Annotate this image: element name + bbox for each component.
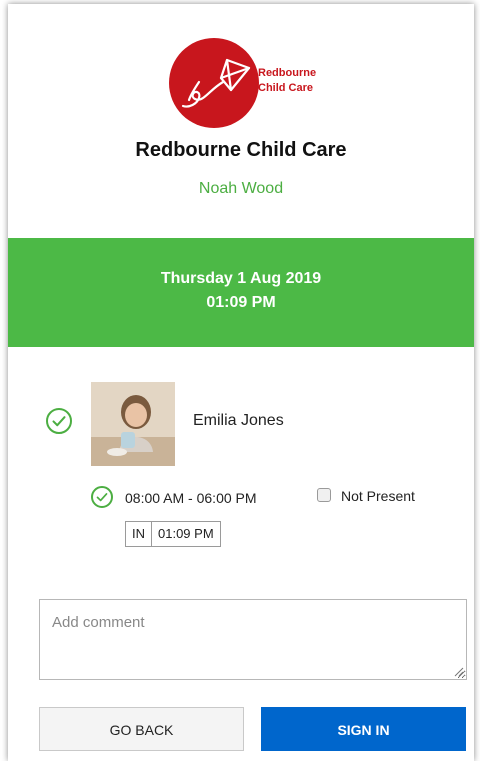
banner-time: 01:09 PM <box>206 294 276 311</box>
child-name: Emilia Jones <box>193 412 284 429</box>
child-select-check-icon[interactable] <box>46 408 72 434</box>
schedule-separator: - <box>188 490 193 506</box>
in-time: 01:09 PM <box>158 526 214 541</box>
booking-schedule: 08:00 AM - 06:00 PM <box>125 490 257 506</box>
logo-line-1: Redbourne <box>258 67 317 79</box>
sign-in-panel: Redbourne Child Care Redbourne Child Car… <box>8 4 474 761</box>
banner-date: Thursday 1 Aug 2019 <box>160 270 322 287</box>
not-present-label[interactable]: Not Present <box>341 488 415 504</box>
schedule-end: 06:00 PM <box>196 490 257 506</box>
logo-line-2: Child Care <box>258 82 314 94</box>
user-name: Noah Wood <box>198 180 284 197</box>
resize-grip-icon[interactable] <box>452 665 464 677</box>
center-logo: Redbourne Child Care <box>169 38 349 128</box>
date-banner: Thursday 1 Aug 2019 01:09 PM <box>8 238 474 347</box>
schedule-check-icon[interactable] <box>91 486 113 508</box>
child-avatar <box>91 382 175 466</box>
comment-textarea[interactable] <box>39 599 467 680</box>
sign-in-button[interactable]: SIGN IN <box>261 707 466 751</box>
logo-wordmark: Redbourne Child Care <box>258 66 316 96</box>
kite-logo-icon <box>169 38 259 128</box>
schedule-start: 08:00 AM <box>125 490 185 506</box>
go-back-button[interactable]: GO BACK <box>39 707 244 751</box>
sign-in-time-badge: IN 01:09 PM <box>125 521 221 547</box>
not-present-checkbox[interactable] <box>317 488 331 502</box>
center-title: Redbourne Child Care <box>135 139 347 161</box>
in-label: IN <box>126 522 152 546</box>
